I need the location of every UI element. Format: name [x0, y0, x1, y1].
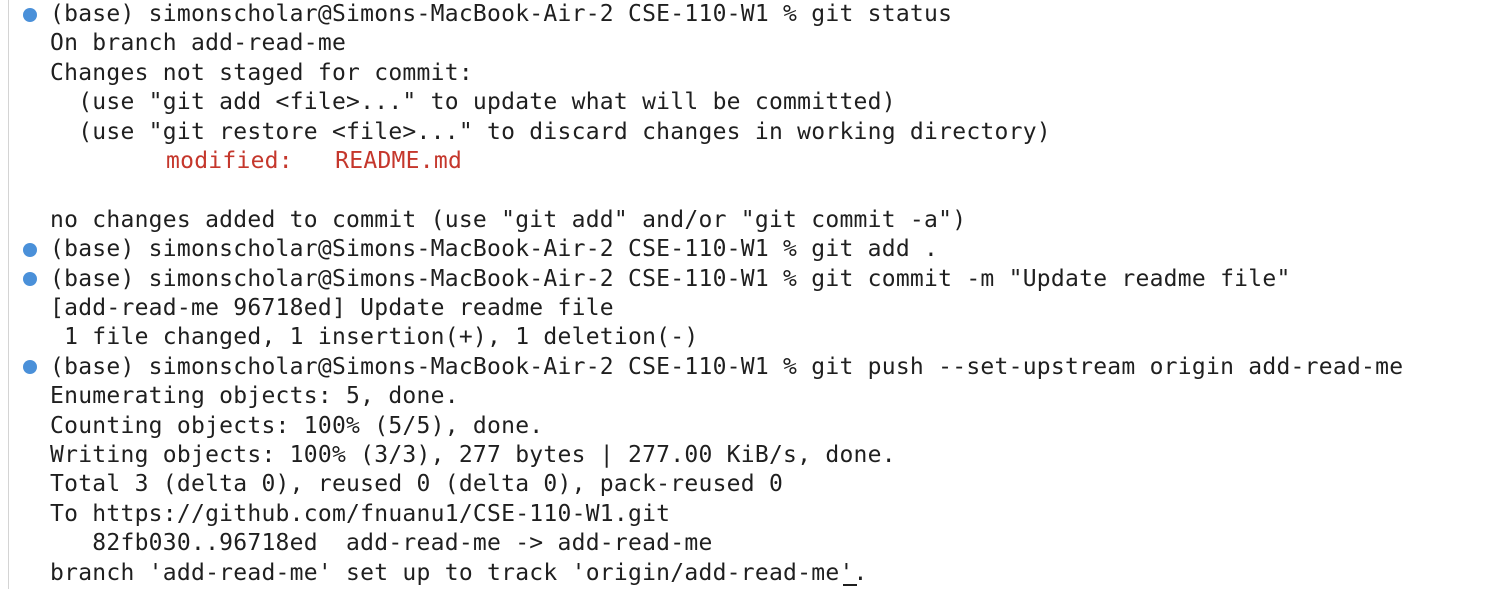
command-line: (base) simonscholar@Simons-MacBook-Air-2… [50, 353, 1403, 382]
command-line: (base) simonscholar@Simons-MacBook-Air-2… [50, 265, 1291, 294]
modified-filename: README.md [335, 148, 463, 174]
shell-prompt: (base) simonscholar@Simons-MacBook-Air-2… [50, 353, 812, 380]
command-status-dot-icon[interactable] [23, 242, 37, 257]
output-line: To https://github.com/fnuanu1/CSE-110-W1… [50, 500, 671, 527]
command-text: git push --set-upstream origin add-read-… [811, 353, 1404, 380]
output-line: On branch add-read-me [50, 30, 347, 57]
command-status-dot-icon[interactable] [23, 360, 37, 375]
output-line: Counting objects: 100% (5/5), done. [50, 412, 544, 439]
command-text: git status [811, 1, 953, 27]
command-line: (base) simonscholar@Simons-MacBook-Air-2… [50, 235, 938, 264]
output-line: Total 3 (delta 0), reused 0 (delta 0), p… [50, 471, 784, 498]
output-line: [add-read-me 96718ed] Update readme file [50, 295, 614, 321]
command-status-dot-icon[interactable] [23, 7, 37, 22]
modified-label: modified: [166, 148, 293, 174]
modified-gap [293, 148, 335, 174]
shell-prompt: (base) simonscholar@Simons-MacBook-Air-2… [50, 1, 812, 27]
command-line: (base) simonscholar@Simons-MacBook-Air-2… [50, 0, 952, 29]
terminal-cursor [843, 584, 857, 586]
output-line: branch 'add-read-me' set up to track 'or… [50, 559, 868, 586]
command-text: git commit -m "Update readme file" [811, 265, 1291, 292]
output-line: no changes added to commit (use "git add… [50, 206, 967, 233]
command-text: git add . [811, 236, 939, 263]
output-line: Writing objects: 100% (3/3), 277 bytes |… [50, 442, 896, 468]
output-line: Enumerating objects: 5, done. [50, 383, 459, 410]
shell-prompt: (base) simonscholar@Simons-MacBook-Air-2… [50, 265, 812, 292]
modified-file-line: modified: README.md [166, 147, 462, 176]
command-status-dot-icon[interactable] [23, 272, 37, 287]
output-line: 82fb030..96718ed add-read-me -> add-read… [50, 530, 713, 557]
shell-prompt: (base) simonscholar@Simons-MacBook-Air-2… [50, 236, 812, 263]
terminal-output[interactable]: (base) simonscholar@Simons-MacBook-Air-2… [0, 0, 1501, 589]
output-line: Changes not staged for commit: [50, 59, 473, 86]
output-line: (use "git restore <file>..." to discard … [50, 118, 1051, 145]
output-line: (use "git add <file>..." to update what … [50, 89, 896, 116]
output-line: 1 file changed, 1 insertion(+), 1 deleti… [50, 324, 699, 351]
